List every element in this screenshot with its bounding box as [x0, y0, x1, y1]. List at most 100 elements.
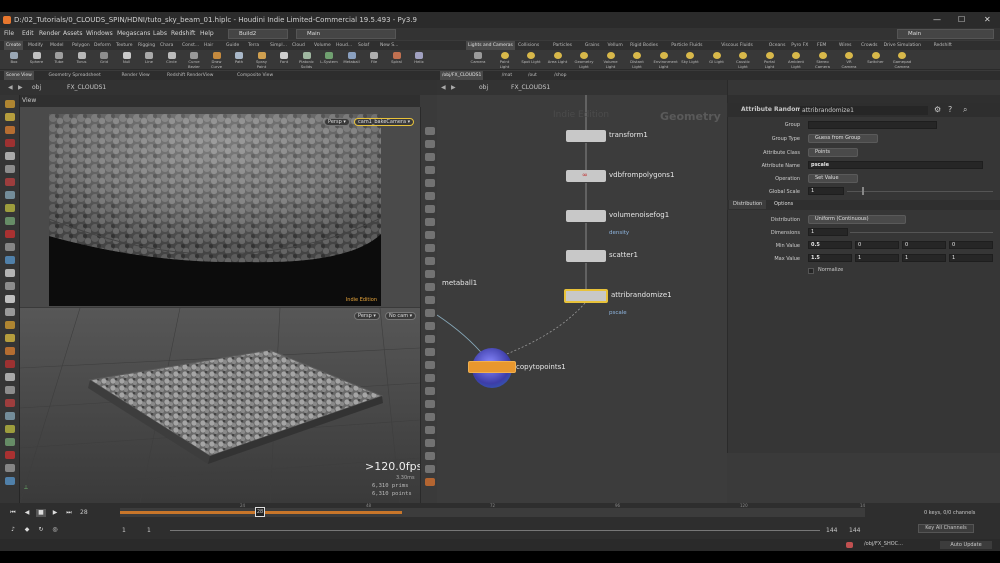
loop-icon[interactable]: ↻	[36, 526, 46, 534]
viewport-tool-icon[interactable]	[5, 412, 15, 420]
display-option-icon[interactable]	[425, 335, 435, 343]
viewport-tool-icon[interactable]	[5, 152, 15, 160]
display-option-icon[interactable]	[425, 153, 435, 161]
display-option-icon[interactable]	[425, 400, 435, 408]
gear-icon[interactable]: ⚙	[934, 103, 941, 117]
tool-geometry-light[interactable]: Geometry Light	[574, 51, 594, 69]
start-frame-field[interactable]: 1	[122, 527, 126, 534]
tool-caustic-light[interactable]: Caustic Light	[733, 51, 753, 69]
viewport-tool-icon[interactable]	[5, 321, 15, 329]
persp-menu[interactable]: Persp ▾	[324, 118, 350, 126]
tool-vr-camera[interactable]: VR Camera	[839, 51, 859, 69]
viewport-tool-icon[interactable]	[5, 451, 15, 459]
shelf-tab-r-5[interactable]: Rigid Bodies	[628, 41, 660, 50]
tool-tube[interactable]: Tube	[49, 51, 69, 69]
pane-tab-2[interactable]: Render View	[120, 71, 152, 80]
menu-megascans[interactable]: Megascans	[117, 28, 150, 40]
viewport-tool-icon[interactable]	[5, 204, 15, 212]
menu-render[interactable]: Render	[39, 28, 60, 40]
node-copytopoints1[interactable]	[468, 348, 516, 388]
tool-gamepad-camera[interactable]: Gamepad Camera	[892, 51, 912, 69]
frame-marker[interactable]: 28	[255, 507, 265, 517]
tool-null[interactable]: Null	[117, 51, 137, 69]
tool-font[interactable]: Font	[274, 51, 294, 69]
tool-line[interactable]: Line	[139, 51, 159, 69]
max-field-1[interactable]: 1.5	[808, 254, 852, 262]
shelf-tab-r-4[interactable]: Vellum	[606, 41, 625, 50]
viewport-tool-icon[interactable]	[5, 386, 15, 394]
shelf-tab-r-0[interactable]: Lights and Cameras	[466, 41, 515, 50]
camera-viewport[interactable]: Indie Edition Persp ▾ cam1_bakeCamera ▾	[20, 107, 420, 307]
display-option-icon[interactable]	[425, 218, 435, 226]
shelf-tab-r-1[interactable]: Collisions	[516, 41, 541, 50]
path-node[interactable]: FX_CLOUDS1	[67, 80, 106, 95]
auto-update-button[interactable]: Auto Update	[940, 541, 992, 549]
key-icon[interactable]: ◆	[22, 526, 32, 534]
menu-windows[interactable]: Windows	[86, 28, 113, 40]
end-frame-field[interactable]: 144	[826, 527, 837, 534]
slider-handle[interactable]	[862, 187, 864, 195]
viewport-tool-icon[interactable]	[5, 347, 15, 355]
viewport-tool-icon[interactable]	[5, 425, 15, 433]
node-name-field[interactable]: attribrandomize1	[800, 106, 928, 115]
tool-spiral[interactable]: Spiral	[387, 51, 407, 69]
nocam-menu[interactable]: No cam ▾	[385, 312, 417, 320]
display-option-icon[interactable]	[425, 205, 435, 213]
viewport-tool-icon[interactable]	[5, 399, 15, 407]
tool-platonic-solids[interactable]: Platonic Solids	[297, 51, 317, 69]
menu-edit[interactable]: Edit	[22, 28, 34, 40]
current-frame-field[interactable]: 28	[80, 509, 88, 516]
persp-menu-2[interactable]: Persp ▾	[354, 312, 380, 320]
tool-gi-light[interactable]: GI Light	[707, 51, 727, 69]
display-option-icon[interactable]	[425, 192, 435, 200]
tool-stereo-camera[interactable]: Stereo Camera	[813, 51, 833, 69]
menu-assets[interactable]: Assets	[63, 28, 83, 40]
display-option-icon[interactable]	[425, 478, 435, 486]
display-option-icon[interactable]	[425, 296, 435, 304]
max-field-4[interactable]: 1	[949, 254, 993, 262]
display-option-icon[interactable]	[425, 140, 435, 148]
shelf-tab-3[interactable]: Polygon	[70, 41, 92, 50]
viewport-tool-icon[interactable]	[5, 217, 15, 225]
group-field[interactable]	[808, 121, 937, 129]
display-option-icon[interactable]	[425, 309, 435, 317]
node-volumenoisefog1[interactable]	[566, 210, 606, 222]
display-option-icon[interactable]	[425, 413, 435, 421]
viewport-tool-icon[interactable]	[5, 126, 15, 134]
start-frame-field-2[interactable]: 1	[147, 527, 151, 534]
display-option-icon[interactable]	[425, 465, 435, 473]
desktop-dropdown[interactable]: Main	[296, 29, 396, 39]
viewport-tool-icon[interactable]	[5, 477, 15, 485]
sound-icon[interactable]: ♪	[8, 526, 18, 534]
viewport-tool-icon[interactable]	[5, 100, 15, 108]
display-option-icon[interactable]	[425, 231, 435, 239]
perspective-viewport[interactable]: Persp ▾ No cam ▾ >120.0fps 3.30ms 6,310 …	[20, 308, 420, 503]
viewport-tool-icon[interactable]	[5, 113, 15, 121]
minimize-button[interactable]: —	[933, 12, 941, 28]
tool-sphere[interactable]: Sphere	[27, 51, 47, 69]
shelf-tab-8[interactable]: Const...	[180, 41, 201, 50]
display-option-icon[interactable]	[425, 348, 435, 356]
forward-icon[interactable]: ▶	[18, 80, 23, 95]
viewport-tool-icon[interactable]	[5, 373, 15, 381]
shelf-tab-r-8[interactable]: Oceans	[767, 41, 788, 50]
max-field-3[interactable]: 1	[902, 254, 946, 262]
display-option-icon[interactable]	[425, 361, 435, 369]
dimensions-slider[interactable]	[850, 232, 993, 233]
shelf-tab-2[interactable]: Model	[48, 41, 66, 50]
node-scatter1[interactable]	[566, 250, 606, 262]
global-scale-slider[interactable]	[847, 191, 993, 192]
shelf-tab-6[interactable]: Rigging	[136, 41, 157, 50]
viewport-tool-icon[interactable]	[5, 308, 15, 316]
distribution-dropdown[interactable]: Uniform (Continuous)	[808, 215, 906, 224]
help-icon[interactable]: ?	[948, 103, 952, 117]
display-option-icon[interactable]	[425, 387, 435, 395]
network-editor[interactable]: Indie Edition Geometry transform1 ∞ vdbf…	[437, 95, 727, 503]
menu-labs[interactable]: Labs	[153, 28, 167, 40]
shelf-tab-r-13[interactable]: Drive Simulation	[882, 41, 923, 50]
stop-button[interactable]: ■	[36, 509, 46, 517]
shelf-tab-12[interactable]: Simpl...	[268, 41, 289, 50]
viewport-tool-icon[interactable]	[5, 256, 15, 264]
min-field-1[interactable]: 0.5	[808, 241, 852, 249]
tool-file[interactable]: File	[364, 51, 384, 69]
